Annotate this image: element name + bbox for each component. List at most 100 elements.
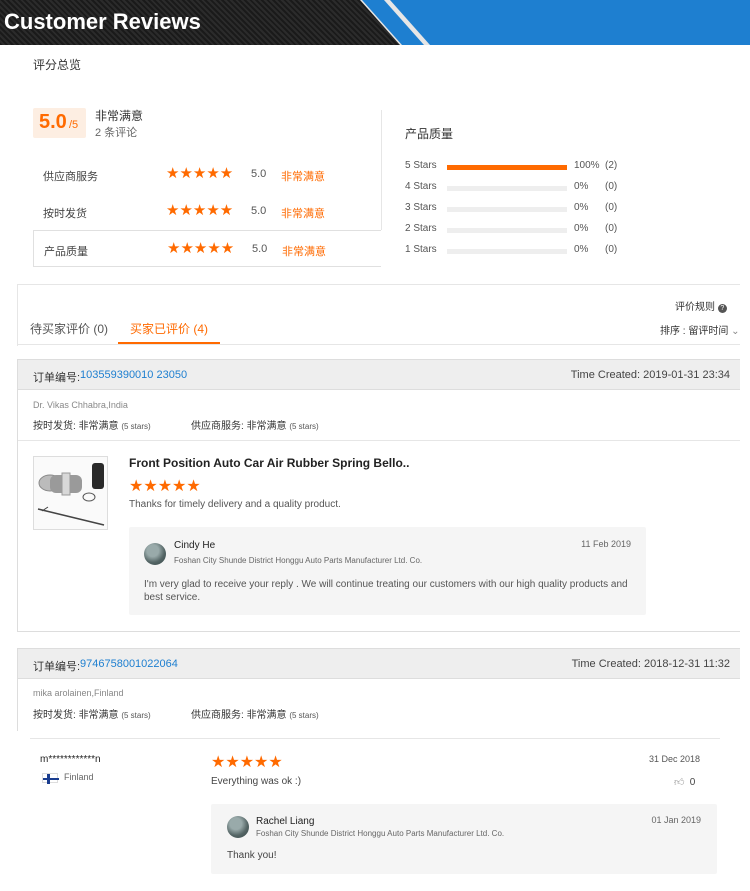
delivery-stars: (5 stars)	[121, 711, 151, 720]
rating-distribution-row: 4 Stars 0% (0)	[405, 181, 645, 195]
delivery-rating: 按时发货: 非常满意 (5 stars)	[33, 417, 151, 432]
service-stars: (5 stars)	[289, 422, 319, 431]
overview-label: 评分总览	[33, 58, 82, 72]
avatar	[227, 816, 249, 838]
distribution-count: (0)	[605, 244, 618, 255]
divider	[30, 738, 720, 739]
order-number-label: 订单编号:	[33, 372, 81, 384]
reply-company: Foshan City Shunde District Honggu Auto …	[174, 556, 423, 565]
sub-rating-value: 5.0	[252, 243, 268, 255]
chevron-down-icon: ⌄	[731, 326, 740, 337]
reply-date: 11 Feb 2019	[581, 539, 631, 549]
reply-company: Foshan City Shunde District Honggu Auto …	[256, 829, 505, 838]
product-quality-title: 产品质量	[405, 127, 454, 141]
service-rating: 供应商服务: 非常满意 (5 stars)	[191, 706, 319, 721]
order-number-label: 订单编号:	[33, 661, 81, 673]
star-level-label: 4 Stars	[405, 181, 437, 192]
rating-distribution-row: 2 Stars 0% (0)	[405, 223, 645, 237]
overall-score-box: 5.0 /5	[33, 108, 86, 138]
reviews-banner: Customer Reviews	[0, 0, 750, 45]
overall-rating-text: 非常满意	[95, 109, 144, 123]
sub-rating-value: 5.0	[251, 205, 267, 217]
reviewer-country: Finland	[64, 772, 94, 782]
thumbs-up-icon: 👍︎	[674, 777, 685, 788]
review-star-icon: ★★★★★	[211, 754, 283, 771]
review-star-icon: ★★★★★	[129, 478, 201, 495]
sub-rating-label: 按时发货	[43, 208, 87, 220]
sub-rating-label: 产品质量	[44, 246, 88, 258]
review-date: 31 Dec 2018	[649, 754, 701, 764]
review-count: 2 条评论	[95, 127, 138, 139]
delivery-label: 按时发货:	[33, 710, 76, 721]
service-stars: (5 stars)	[289, 711, 319, 720]
sub-rating-text: 非常满意	[282, 246, 326, 258]
review-rules-link[interactable]: 评价规则 ?	[675, 298, 727, 313]
service-value: 非常满意	[246, 710, 287, 721]
star-level-label: 1 Stars	[405, 244, 437, 255]
reply-text: I'm very glad to receive your reply . We…	[144, 579, 628, 603]
order-header: 订单编号: 9746758001022064 Time Created: 201…	[18, 649, 740, 679]
reply-author: Cindy He	[174, 540, 216, 551]
sub-rating-value: 5.0	[251, 168, 267, 180]
star-rating-icon: ★★★★★	[167, 240, 235, 257]
rating-distribution-row: 5 Stars 100% (2)	[405, 160, 645, 174]
delivery-label: 按时发货:	[33, 421, 76, 432]
buyer-name: mika arolainen,Finland	[33, 688, 124, 698]
order-time-created: Time Created: 2019-01-31 23:34	[570, 369, 730, 381]
review-rules-label: 评价规则	[675, 302, 715, 313]
sub-rating-text: 非常满意	[281, 171, 325, 183]
divider	[17, 284, 740, 285]
sub-rating-row-selected[interactable]: 产品质量 ★★★★★ 5.0 非常满意	[33, 230, 381, 267]
distribution-bar-fill	[447, 165, 567, 170]
sort-label: 排序 : 留评时间	[660, 326, 729, 337]
sub-rating-label: 供应商服务	[43, 171, 98, 183]
like-count: 0	[689, 777, 696, 788]
order-number-link[interactable]: 103559390010 23050	[80, 369, 187, 381]
air-spring-image	[37, 463, 105, 526]
delivery-rating: 按时发货: 非常满意 (5 stars)	[33, 706, 151, 721]
order-time-created: Time Created: 2018-12-31 11:32	[571, 658, 730, 670]
distribution-bar-track	[447, 165, 567, 170]
like-button[interactable]: 👍︎ 0	[674, 776, 695, 788]
tab-buyer-reviewed[interactable]: 买家已评价 (4)	[130, 320, 208, 337]
delivery-stars: (5 stars)	[121, 422, 151, 431]
distribution-percent: 100%	[574, 160, 600, 171]
divider	[17, 344, 740, 345]
distribution-count: (2)	[605, 160, 618, 171]
reply-date: 01 Jan 2019	[651, 815, 701, 825]
distribution-percent: 0%	[574, 202, 589, 213]
tab-pending-reviews[interactable]: 待买家评价 (0)	[30, 320, 108, 337]
banner-title: Customer Reviews	[4, 9, 201, 34]
sub-rating-row[interactable]: 按时发货 ★★★★★ 5.0 非常满意	[33, 193, 381, 230]
divider	[381, 110, 382, 230]
sub-rating-text: 非常满意	[281, 208, 325, 220]
service-value: 非常满意	[246, 421, 287, 432]
distribution-count: (0)	[605, 181, 618, 192]
avatar	[144, 543, 166, 565]
distribution-count: (0)	[605, 223, 618, 234]
reviewer-name: m************n	[40, 754, 101, 765]
star-rating-icon: ★★★★★	[166, 202, 234, 219]
reply-text: Thank you!	[227, 850, 277, 861]
service-label: 供应商服务:	[191, 710, 244, 721]
star-level-label: 5 Stars	[405, 160, 437, 171]
help-icon: ?	[717, 304, 727, 313]
review-text: Thanks for timely delivery and a quality…	[129, 499, 341, 510]
distribution-percent: 0%	[574, 181, 589, 192]
star-level-label: 2 Stars	[405, 223, 437, 234]
distribution-percent: 0%	[574, 223, 589, 234]
service-rating: 供应商服务: 非常满意 (5 stars)	[191, 417, 319, 432]
product-title-link[interactable]: Front Position Auto Car Air Rubber Sprin…	[129, 456, 409, 470]
distribution-bar-track	[447, 207, 567, 212]
sub-rating-row[interactable]: 供应商服务 ★★★★★ 5.0 非常满意	[33, 156, 381, 193]
sort-dropdown[interactable]: 排序 : 留评时间 ⌄	[660, 322, 740, 337]
distribution-percent: 0%	[574, 244, 589, 255]
service-label: 供应商服务:	[191, 421, 244, 432]
order-number-link[interactable]: 9746758001022064	[80, 658, 178, 670]
distribution-count: (0)	[605, 202, 618, 213]
reply-author: Rachel Liang	[256, 816, 315, 827]
product-thumbnail[interactable]	[33, 456, 108, 530]
finland-flag-icon	[42, 773, 59, 784]
delivery-value: 非常满意	[78, 710, 119, 721]
rating-distribution-row: 3 Stars 0% (0)	[405, 202, 645, 216]
